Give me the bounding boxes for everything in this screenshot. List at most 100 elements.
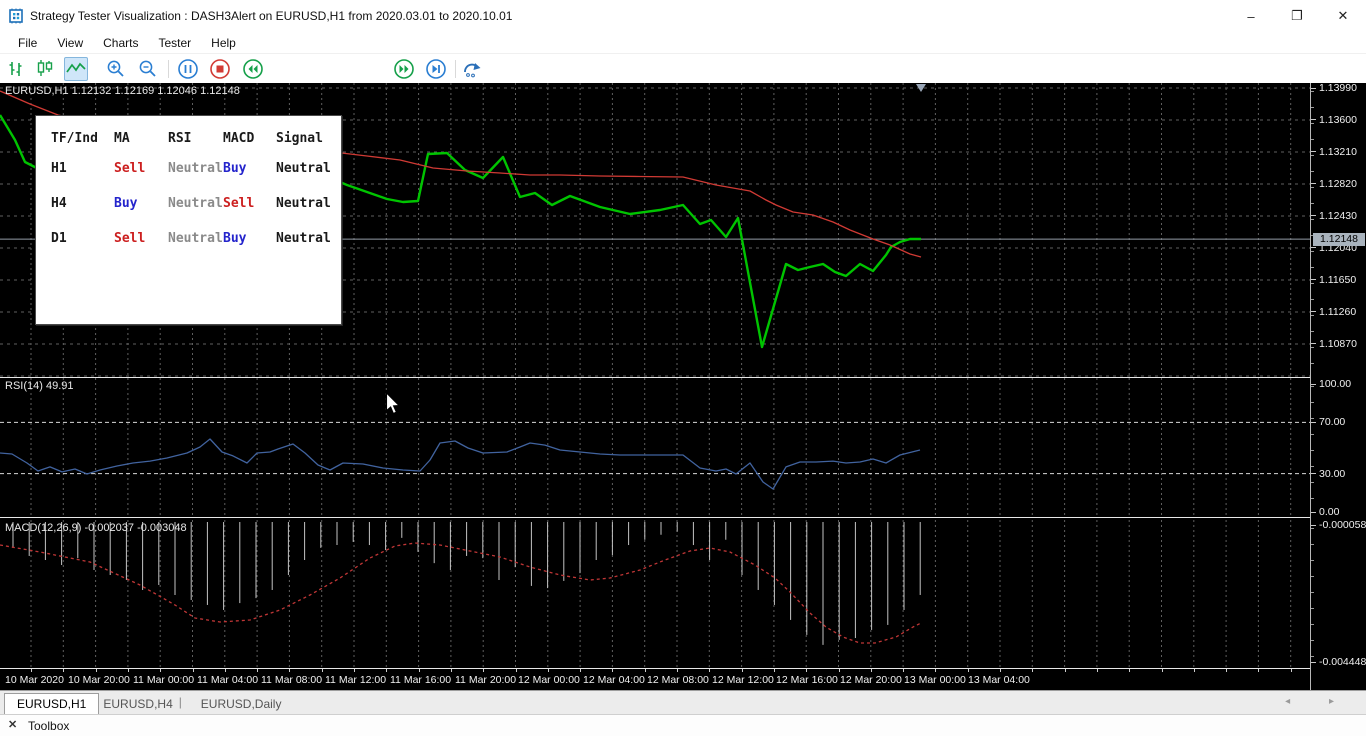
pause-icon[interactable] xyxy=(176,57,200,81)
candlestick-icon[interactable] xyxy=(33,57,57,81)
scale-minor-tick xyxy=(1311,418,1314,419)
price-scale-column: 1.13990 1.13600 1.13210 1.12820 1.12430 1.120… xyxy=(1310,82,1366,690)
time-tick xyxy=(63,669,65,672)
strategy-tester-window: Strategy Tester Visualization : DASH3Ale… xyxy=(0,0,1366,736)
time-axis-label: 13 Mar 04:00 xyxy=(968,674,1030,686)
scale-tick xyxy=(1311,661,1316,663)
time-tick xyxy=(224,669,226,672)
time-tick xyxy=(483,669,485,672)
toolbox-close-icon[interactable]: ✕ xyxy=(8,718,17,731)
scale-tick xyxy=(1311,343,1316,345)
close-button[interactable]: ✕ xyxy=(1320,0,1366,32)
time-tick xyxy=(1064,669,1066,672)
time-tick xyxy=(321,669,323,672)
menu-item-tester[interactable]: Tester xyxy=(148,34,201,52)
menu-item-charts[interactable]: Charts xyxy=(93,34,148,52)
time-tick xyxy=(838,669,840,672)
macd-label: MACD(12,26,9) -0.002037 -0.003048 xyxy=(5,522,187,534)
dashboard-signal-neutral: Neutral xyxy=(168,231,223,246)
scale-minor-tick xyxy=(1311,592,1314,593)
line-chart-icon[interactable] xyxy=(64,57,88,81)
time-tick xyxy=(1193,669,1195,672)
rewind-icon[interactable] xyxy=(241,57,265,81)
dashboard-signal-sell: Sell xyxy=(223,196,255,211)
scale-minor-tick xyxy=(1311,283,1314,284)
rsi-scale-label: 0.00 xyxy=(1319,506,1340,518)
chart-tab-eurusd-h4[interactable]: EURUSD,H4 xyxy=(91,693,184,714)
toolbar-separator xyxy=(455,60,456,78)
scale-minor-tick xyxy=(1311,450,1314,451)
scale-minor-tick xyxy=(1311,315,1314,316)
rsi-label: RSI(14) 49.91 xyxy=(5,380,74,392)
scale-minor-tick xyxy=(1311,267,1314,268)
scale-tick xyxy=(1311,383,1316,385)
chart-tab-eurusd-daily[interactable]: EURUSD,Daily xyxy=(189,693,294,714)
stop-icon[interactable] xyxy=(208,57,232,81)
rsi-indicator-pane[interactable]: RSI(14) 49.91 xyxy=(0,378,1310,517)
scale-minor-tick xyxy=(1311,402,1314,403)
menu-item-view[interactable]: View xyxy=(47,34,93,52)
time-tick xyxy=(580,669,582,672)
time-tick xyxy=(31,669,32,672)
tab-scroll-arrows[interactable]: ◂ ▸ xyxy=(1285,696,1352,707)
time-tick xyxy=(1226,669,1228,672)
window-title: Strategy Tester Visualization : DASH3Ale… xyxy=(30,9,513,23)
pane-separator[interactable] xyxy=(0,517,1366,518)
time-axis-label: 12 Mar 00:00 xyxy=(518,674,580,686)
scale-tick xyxy=(1311,473,1316,475)
scale-minor-tick xyxy=(1311,107,1314,108)
time-tick xyxy=(870,669,872,672)
zoom-in-icon[interactable] xyxy=(104,57,128,81)
time-tick xyxy=(709,669,711,672)
time-tick xyxy=(1096,669,1098,672)
main-scale-label: 1.12430 xyxy=(1319,209,1357,222)
scale-minor-tick xyxy=(1311,331,1314,332)
maximize-button[interactable]: ❐ xyxy=(1274,0,1320,32)
scale-minor-tick xyxy=(1311,91,1314,92)
macd-indicator-pane[interactable]: MACD(12,26,9) -0.002037 -0.003048 xyxy=(0,520,1310,668)
fast-forward-icon[interactable] xyxy=(392,57,416,81)
bar-chart-icon[interactable] xyxy=(4,57,28,81)
time-tick xyxy=(192,669,194,672)
scale-tick xyxy=(1311,421,1316,423)
minimize-button[interactable]: – xyxy=(1228,0,1274,32)
menu-item-file[interactable]: File xyxy=(8,34,47,52)
toolbar-separator xyxy=(168,60,169,78)
toolbar: Skip to 2024.12.30 00:00 ▼ xyxy=(0,53,1366,133)
scale-minor-tick xyxy=(1311,624,1314,625)
rsi-line xyxy=(0,438,921,490)
time-axis-label: 11 Mar 08:00 xyxy=(261,674,323,686)
time-tick xyxy=(160,669,162,672)
dashboard-signal-neutral: Neutral xyxy=(276,196,331,211)
time-tick xyxy=(677,669,678,672)
scale-minor-tick xyxy=(1311,528,1314,529)
price-chart-pane[interactable]: EURUSD,H1 1.12132 1.12169 1.12046 1.1214… xyxy=(0,83,1310,377)
scale-minor-tick xyxy=(1311,466,1314,467)
time-axis-label: 11 Mar 20:00 xyxy=(455,674,517,686)
chart-tab-eurusd-h1[interactable]: EURUSD,H1 xyxy=(4,693,100,714)
time-axis-label: 11 Mar 00:00 xyxy=(133,674,195,686)
main-scale-label: 1.12820 xyxy=(1319,177,1357,190)
rsi-plot xyxy=(0,378,1310,517)
time-tick xyxy=(95,669,97,672)
menu-bar: File View Charts Tester Help xyxy=(0,32,1366,53)
scale-tick xyxy=(1311,311,1316,313)
skip-to-end-icon[interactable] xyxy=(424,57,448,81)
dashboard-timeframe: H4 xyxy=(51,196,67,211)
main-scale-label: 1.13600 xyxy=(1319,113,1357,126)
scale-tick xyxy=(1311,87,1316,89)
scale-minor-tick xyxy=(1311,560,1314,561)
scale-minor-tick xyxy=(1311,434,1314,435)
scale-minor-tick xyxy=(1311,299,1314,300)
main-scale-label: 1.11650 xyxy=(1319,273,1357,286)
time-tick xyxy=(644,669,646,672)
dashboard-signal-buy: Buy xyxy=(223,161,247,176)
scale-tick xyxy=(1311,215,1316,217)
zoom-out-icon[interactable] xyxy=(136,57,160,81)
time-tick xyxy=(547,669,549,672)
time-tick xyxy=(127,669,129,672)
menu-item-help[interactable]: Help xyxy=(201,34,246,52)
time-axis-label: 10 Mar 2020 xyxy=(5,674,64,686)
time-axis-label: 10 Mar 20:00 xyxy=(68,674,130,686)
skip-to-icon[interactable] xyxy=(461,57,485,81)
